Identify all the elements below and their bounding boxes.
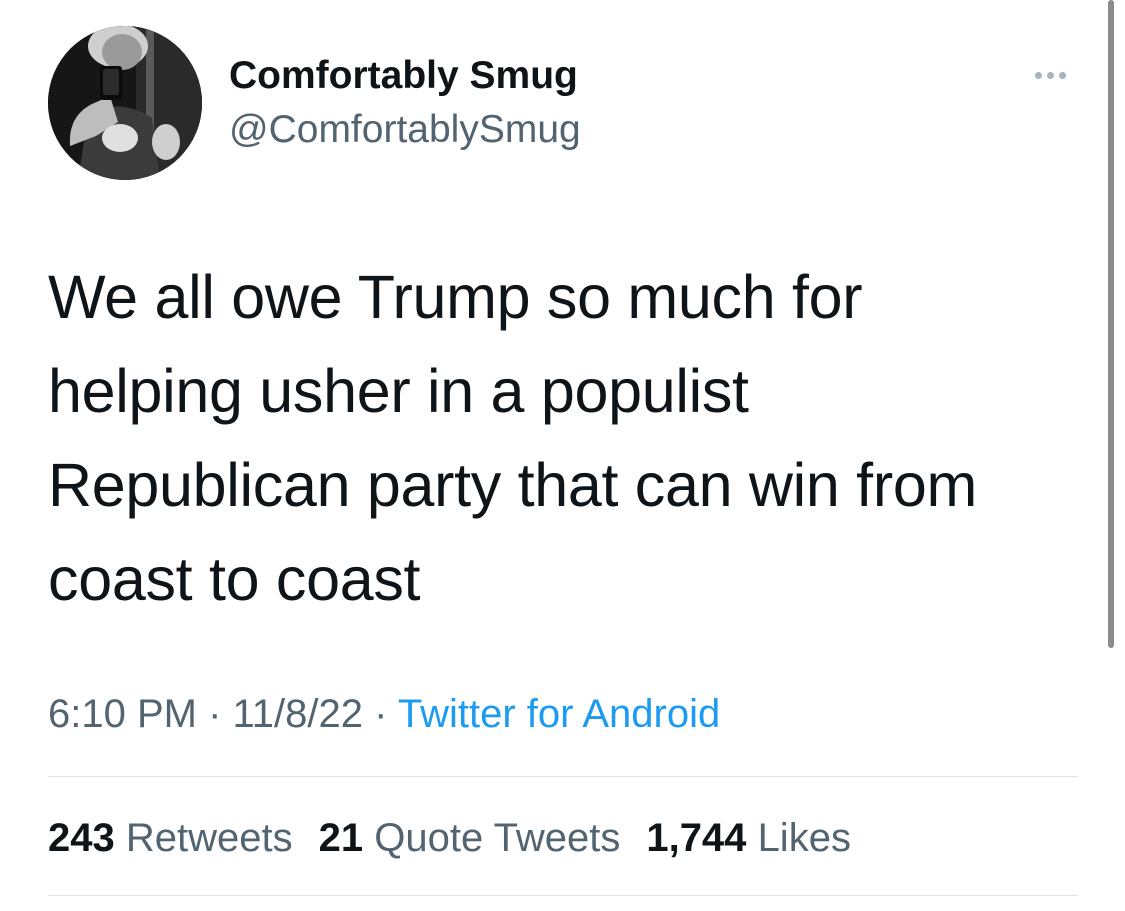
divider (48, 895, 1078, 896)
tweet-date[interactable]: 11/8/22 (233, 692, 364, 736)
more-horizontal-icon (1034, 71, 1042, 79)
likes-label: Likes (757, 816, 851, 860)
more-horizontal-icon-dot (1046, 71, 1054, 79)
likes-stat[interactable]: 1,744 Likes (646, 812, 851, 864)
tweet-source-link[interactable]: Twitter for Android (398, 692, 720, 736)
tweet-text: We all owe Trump so much for helping ush… (48, 250, 1058, 626)
retweets-count: 243 (48, 816, 115, 860)
likes-count: 1,744 (646, 816, 747, 860)
more-options-button[interactable] (1022, 60, 1078, 90)
divider (48, 776, 1078, 777)
retweets-label: Retweets (125, 816, 293, 860)
tweet-text-line: Republican party that can win from (48, 451, 977, 519)
meta-separator: · (363, 692, 398, 736)
author-handle[interactable]: @ComfortablySmug (229, 106, 581, 154)
quote-tweets-count: 21 (318, 816, 364, 860)
quote-tweets-label: Quote Tweets (374, 816, 621, 860)
tweet-text-line: We all owe Trump so much for (48, 263, 863, 331)
avatar-photo (48, 26, 202, 180)
tweet-text-line: coast to coast (48, 545, 421, 613)
author-display-name[interactable]: Comfortably Smug (229, 52, 578, 100)
tweet-time[interactable]: 6:10 PM (48, 692, 197, 736)
more-horizontal-icon-dot (1058, 71, 1066, 79)
tweet-meta: 6:10 PM · 11/8/22 · Twitter for Android (48, 688, 720, 740)
retweets-stat[interactable]: 243 Retweets (48, 812, 293, 864)
tweet-detail: Comfortably Smug @ComfortablySmug We all… (0, 0, 1125, 911)
quote-tweets-stat[interactable]: 21 Quote Tweets (319, 812, 621, 864)
tweet-stats: 243 Retweets 21 Quote Tweets 1,744 Likes (48, 812, 851, 864)
tweet-text-line: helping usher in a populist (48, 357, 749, 425)
scrollbar[interactable] (1108, 0, 1114, 648)
avatar[interactable] (48, 26, 202, 180)
meta-separator: · (196, 692, 233, 736)
